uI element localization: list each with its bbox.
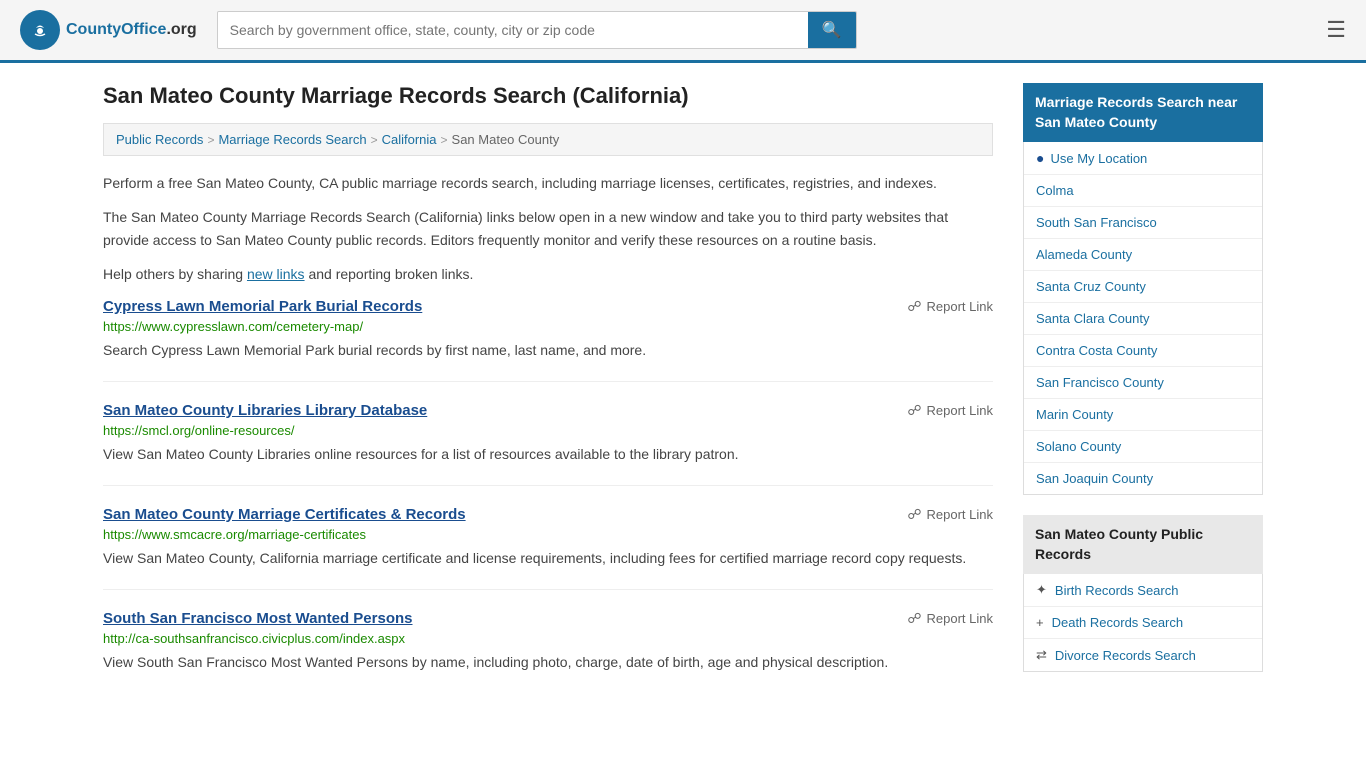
breadcrumb-sep-2: > — [371, 133, 378, 147]
menu-button[interactable]: ☰ — [1326, 17, 1346, 43]
record-item-2: San Mateo County Libraries Library Datab… — [103, 402, 993, 486]
logo-brand: CountyOffice — [66, 21, 166, 38]
breadcrumb-public-records[interactable]: Public Records — [116, 132, 203, 147]
alameda-link[interactable]: Alameda County — [1036, 247, 1132, 262]
sidebar-item-south-sf[interactable]: South San Francisco — [1024, 207, 1262, 239]
record-desc-2: View San Mateo County Libraries online r… — [103, 444, 993, 465]
report-icon-4: ☍ — [907, 610, 921, 627]
record-desc-1: Search Cypress Lawn Memorial Park burial… — [103, 340, 993, 361]
report-label-3: Report Link — [927, 507, 993, 522]
record-desc-4: View South San Francisco Most Wanted Per… — [103, 652, 993, 673]
santa-clara-link[interactable]: Santa Clara County — [1036, 311, 1149, 326]
report-link-3[interactable]: ☍ Report Link — [907, 506, 993, 523]
main-content: San Mateo County Marriage Records Search… — [103, 83, 993, 713]
search-input[interactable] — [218, 12, 808, 48]
record-title-4[interactable]: South San Francisco Most Wanted Persons — [103, 610, 413, 627]
search-button[interactable]: 🔍 — [808, 12, 856, 48]
solano-link[interactable]: Solano County — [1036, 439, 1121, 454]
report-icon-3: ☍ — [907, 506, 921, 523]
sidebar-birth-records[interactable]: ✦ Birth Records Search — [1024, 574, 1262, 607]
death-icon: + — [1036, 615, 1044, 630]
san-joaquin-link[interactable]: San Joaquin County — [1036, 471, 1153, 486]
record-title-3[interactable]: San Mateo County Marriage Certificates &… — [103, 506, 466, 523]
sidebar-nearby-list: ● Use My Location Colma South San Franci… — [1023, 142, 1263, 495]
record-url-2[interactable]: https://smcl.org/online-resources/ — [103, 423, 993, 438]
record-title-1[interactable]: Cypress Lawn Memorial Park Burial Record… — [103, 298, 422, 315]
birth-records-link[interactable]: Birth Records Search — [1055, 583, 1179, 598]
sidebar-records-list: ✦ Birth Records Search + Death Records S… — [1023, 574, 1263, 672]
breadcrumb-marriage-records[interactable]: Marriage Records Search — [218, 132, 366, 147]
search-icon: 🔍 — [822, 22, 842, 39]
report-link-2[interactable]: ☍ Report Link — [907, 402, 993, 419]
record-url-1[interactable]: https://www.cypresslawn.com/cemetery-map… — [103, 319, 993, 334]
record-desc-3: View San Mateo County, California marria… — [103, 548, 993, 569]
sidebar-item-alameda[interactable]: Alameda County — [1024, 239, 1262, 271]
report-label-4: Report Link — [927, 611, 993, 626]
page-title: San Mateo County Marriage Records Search… — [103, 83, 993, 109]
desc3-after: and reporting broken links. — [305, 266, 474, 282]
sidebar: Marriage Records Search near San Mateo C… — [1023, 83, 1263, 713]
page-container: San Mateo County Marriage Records Search… — [83, 63, 1283, 733]
sf-county-link[interactable]: San Francisco County — [1036, 375, 1164, 390]
new-links-link[interactable]: new links — [247, 266, 305, 282]
breadcrumb-sep-1: > — [207, 133, 214, 147]
colma-link[interactable]: Colma — [1036, 183, 1074, 198]
report-icon-1: ☍ — [907, 298, 921, 315]
contra-costa-link[interactable]: Contra Costa County — [1036, 343, 1157, 358]
description-2: The San Mateo County Marriage Records Se… — [103, 206, 993, 251]
report-link-4[interactable]: ☍ Report Link — [907, 610, 993, 627]
sidebar-item-colma[interactable]: Colma — [1024, 175, 1262, 207]
sidebar-item-solano[interactable]: Solano County — [1024, 431, 1262, 463]
breadcrumb-sep-3: > — [441, 133, 448, 147]
search-bar: 🔍 — [217, 11, 857, 49]
breadcrumb-california[interactable]: California — [382, 132, 437, 147]
logo-text: CountyOffice.org — [66, 21, 197, 39]
divorce-records-link[interactable]: Divorce Records Search — [1055, 648, 1196, 663]
sidebar-public-records-section: San Mateo County Public Records ✦ Birth … — [1023, 515, 1263, 672]
report-label-2: Report Link — [927, 403, 993, 418]
report-link-1[interactable]: ☍ Report Link — [907, 298, 993, 315]
description-1: Perform a free San Mateo County, CA publ… — [103, 172, 993, 194]
sidebar-item-san-joaquin[interactable]: San Joaquin County — [1024, 463, 1262, 494]
sidebar-use-my-location[interactable]: ● Use My Location — [1024, 142, 1262, 175]
sidebar-public-records-title: San Mateo County Public Records — [1023, 515, 1263, 574]
description-3: Help others by sharing new links and rep… — [103, 263, 993, 285]
site-header: CountyOffice.org 🔍 ☰ — [0, 0, 1366, 63]
breadcrumb-current: San Mateo County — [452, 132, 560, 147]
logo-icon — [20, 10, 60, 50]
record-item-4: South San Francisco Most Wanted Persons … — [103, 610, 993, 693]
sidebar-nearby-title: Marriage Records Search near San Mateo C… — [1023, 83, 1263, 142]
records-list: Cypress Lawn Memorial Park Burial Record… — [103, 298, 993, 693]
record-url-4[interactable]: http://ca-southsanfrancisco.civicplus.co… — [103, 631, 993, 646]
sidebar-item-marin[interactable]: Marin County — [1024, 399, 1262, 431]
breadcrumb: Public Records > Marriage Records Search… — [103, 123, 993, 156]
sidebar-item-sf-county[interactable]: San Francisco County — [1024, 367, 1262, 399]
sidebar-item-santa-cruz[interactable]: Santa Cruz County — [1024, 271, 1262, 303]
sidebar-death-records[interactable]: + Death Records Search — [1024, 607, 1262, 639]
death-records-link[interactable]: Death Records Search — [1052, 615, 1184, 630]
report-label-1: Report Link — [927, 299, 993, 314]
santa-cruz-link[interactable]: Santa Cruz County — [1036, 279, 1146, 294]
record-url-3[interactable]: https://www.smcacre.org/marriage-certifi… — [103, 527, 993, 542]
birth-icon: ✦ — [1036, 582, 1047, 598]
report-icon-2: ☍ — [907, 402, 921, 419]
desc3-before: Help others by sharing — [103, 266, 247, 282]
sidebar-item-santa-clara[interactable]: Santa Clara County — [1024, 303, 1262, 335]
south-sf-link[interactable]: South San Francisco — [1036, 215, 1157, 230]
hamburger-icon: ☰ — [1326, 17, 1346, 42]
sidebar-divorce-records[interactable]: ⇄ Divorce Records Search — [1024, 639, 1262, 671]
marin-link[interactable]: Marin County — [1036, 407, 1113, 422]
sidebar-item-contra-costa[interactable]: Contra Costa County — [1024, 335, 1262, 367]
logo-link[interactable]: CountyOffice.org — [20, 10, 197, 50]
record-item-1: Cypress Lawn Memorial Park Burial Record… — [103, 298, 993, 382]
sidebar-nearby-section: Marriage Records Search near San Mateo C… — [1023, 83, 1263, 495]
divorce-icon: ⇄ — [1036, 647, 1047, 663]
record-title-2[interactable]: San Mateo County Libraries Library Datab… — [103, 402, 427, 419]
record-item-3: San Mateo County Marriage Certificates &… — [103, 506, 993, 590]
use-my-location-link[interactable]: Use My Location — [1050, 151, 1147, 166]
logo-suffix: .org — [166, 21, 196, 38]
location-pin-icon: ● — [1036, 150, 1044, 166]
